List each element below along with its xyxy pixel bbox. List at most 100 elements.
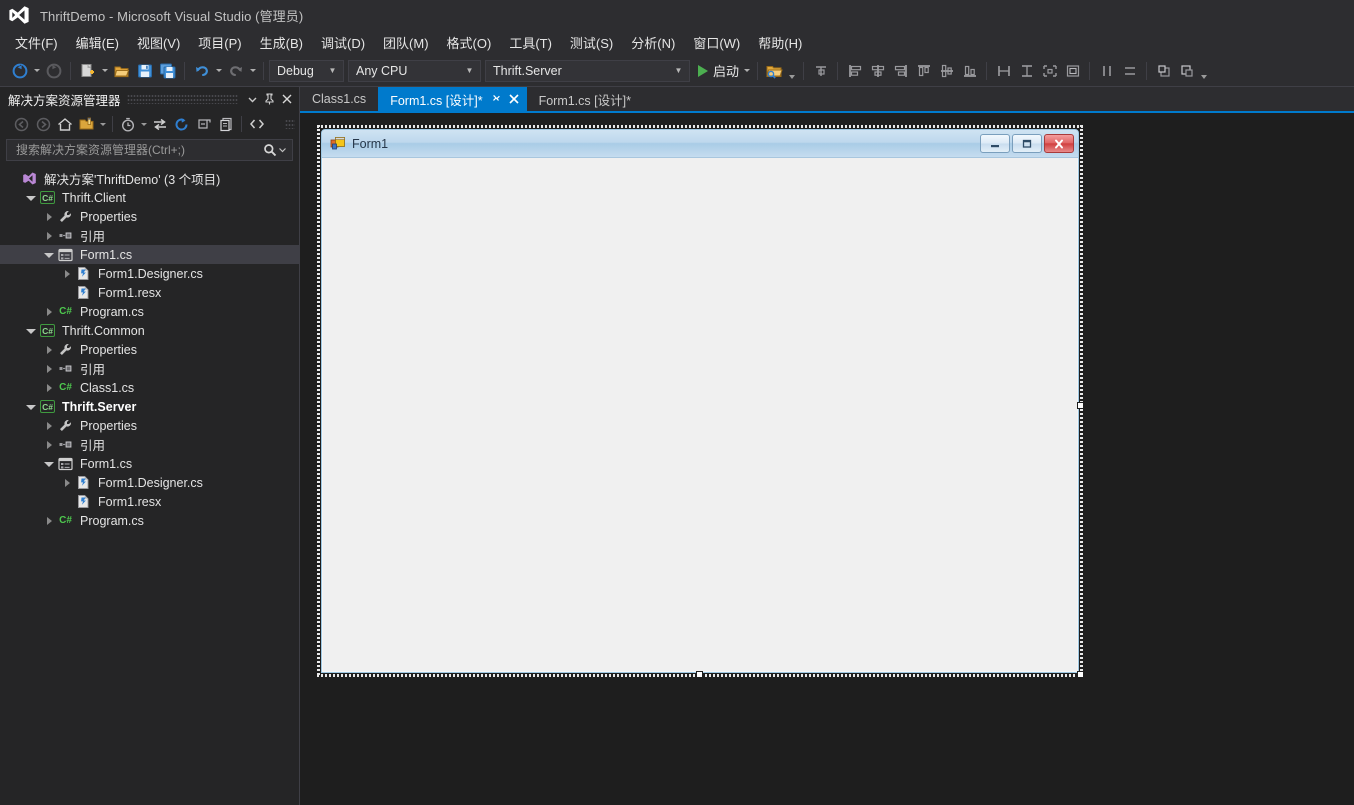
tree-item--thriftdemo-3-[interactable]: 解决方案'ThriftDemo' (3 个项目) [0,169,299,188]
form1-title-bar[interactable]: Form1 [322,130,1078,158]
make-same-width-icon[interactable] [992,59,1015,82]
undo-dropdown[interactable] [213,59,224,82]
chevron-down-icon[interactable] [42,245,56,264]
chevron-right-icon[interactable] [60,473,74,492]
chevron-down-icon[interactable] [24,397,38,416]
tree-item--[interactable]: 引用 [0,435,299,454]
chevron-down-icon[interactable] [42,454,56,473]
open-file-icon[interactable] [110,59,133,82]
tree-item-thrift.common[interactable]: C# Thrift.Common [0,321,299,340]
chevron-down-icon[interactable] [244,90,261,108]
redo-icon[interactable] [224,59,247,82]
make-same-size-icon[interactable] [1038,59,1061,82]
tree-item-program.cs[interactable]: C# Program.cs [0,302,299,321]
align-rights-icon[interactable] [889,59,912,82]
chevron-right-icon[interactable] [42,340,56,359]
horizontal-spacing-icon[interactable] [1095,59,1118,82]
tree-item--[interactable]: 引用 [0,359,299,378]
tab-form1-designer-active[interactable]: Form1.cs [设计]* [378,87,527,111]
close-icon[interactable] [505,93,523,106]
pending-changes-filter-icon[interactable] [76,114,98,134]
resize-handle-bottom-right[interactable] [1077,671,1084,678]
align-centers-icon[interactable] [866,59,889,82]
solution-explorer-icon[interactable] [763,59,786,82]
chevron-down-icon[interactable] [24,321,38,340]
chevron-right-icon[interactable] [42,207,56,226]
close-icon[interactable] [1044,134,1074,153]
form1-client-area[interactable] [323,159,1077,671]
tree-item-form1.resx[interactable]: Form1.resx [0,283,299,302]
solution-tree[interactable]: 解决方案'ThriftDemo' (3 个项目) C# Thrift.Client P… [0,165,299,805]
menu-analyze[interactable]: 分析(N) [622,30,684,56]
size-to-grid-icon[interactable] [1061,59,1084,82]
tree-item-form1.cs[interactable]: Form1.cs [0,454,299,473]
pin-icon[interactable] [261,90,278,108]
vertical-spacing-icon[interactable] [1118,59,1141,82]
toolbar-overflow-dots[interactable] [284,119,295,129]
chevron-right-icon[interactable] [42,435,56,454]
tree-item-form1.cs[interactable]: Form1.cs [0,245,299,264]
menu-window[interactable]: 窗口(W) [684,30,749,56]
send-to-back-icon[interactable] [1175,59,1198,82]
start-debugging-dropdown[interactable] [741,59,752,82]
recent-files-dropdown[interactable] [139,114,149,134]
chevron-right-icon[interactable] [42,511,56,530]
tree-item-thrift.client[interactable]: C# Thrift.Client [0,188,299,207]
close-icon[interactable] [278,90,295,108]
tab-form1-designer-2[interactable]: Form1.cs [设计]* [527,87,643,111]
refresh-icon[interactable] [171,114,193,134]
tree-item-program.cs[interactable]: C# Program.cs [0,511,299,530]
align-tops-icon[interactable] [912,59,935,82]
new-project-icon[interactable] [76,59,99,82]
search-options-chevron-down-icon[interactable] [277,147,288,153]
tree-item-thrift.server[interactable]: C# Thrift.Server [0,397,299,416]
chevron-right-icon[interactable] [42,378,56,397]
save-icon[interactable] [133,59,156,82]
new-project-dropdown[interactable] [99,59,110,82]
designed-form-container[interactable]: Form1 [317,125,1084,678]
menu-format[interactable]: 格式(O) [438,30,501,56]
menu-project[interactable]: 项目(P) [189,30,250,56]
chevron-right-icon[interactable] [42,226,56,245]
navigate-back-icon[interactable] [8,59,31,82]
home-icon[interactable] [54,114,76,134]
view-code-icon[interactable] [246,114,268,134]
collapse-all-icon[interactable] [193,114,215,134]
navigate-back-dropdown[interactable] [31,59,42,82]
chevron-right-icon[interactable] [42,359,56,378]
menu-help[interactable]: 帮助(H) [749,30,811,56]
search-input[interactable] [14,142,263,158]
chevron-right-icon[interactable] [60,264,74,283]
menu-debug[interactable]: 调试(D) [312,30,374,56]
search-icon[interactable] [263,143,277,157]
resize-handle-bottom-center[interactable] [696,671,703,678]
tree-item-class1.cs[interactable]: C# Class1.cs [0,378,299,397]
align-to-grid-icon[interactable] [809,59,832,82]
tree-item-form1.resx[interactable]: Form1.resx [0,492,299,511]
align-lefts-icon[interactable] [843,59,866,82]
chevron-down-icon[interactable] [24,188,38,207]
tree-item-form1.designer.cs[interactable]: Form1.Designer.cs [0,264,299,283]
tab-class1-cs[interactable]: Class1.cs [300,87,378,111]
toolbar-overflow-icon-2[interactable] [1198,59,1210,82]
make-same-height-icon[interactable] [1015,59,1038,82]
form1-window[interactable]: Form1 [321,129,1079,673]
sync-with-active-document-icon[interactable] [149,114,171,134]
toolbar-overflow-icon[interactable] [786,59,798,82]
recent-files-icon[interactable] [117,114,139,134]
menu-tools[interactable]: 工具(T) [500,30,561,56]
chevron-right-icon[interactable] [42,416,56,435]
navigate-forward-icon[interactable] [42,59,65,82]
pending-changes-dropdown[interactable] [98,114,108,134]
resize-handle-middle-right[interactable] [1077,402,1084,409]
menu-build[interactable]: 生成(B) [251,30,312,56]
align-middles-icon[interactable] [935,59,958,82]
menu-test[interactable]: 测试(S) [561,30,622,56]
tree-item-properties[interactable]: Properties [0,416,299,435]
solution-platform-combo[interactable]: Any CPU ▼ [348,59,481,82]
chevron-right-icon[interactable] [42,302,56,321]
pin-icon[interactable] [489,92,505,106]
redo-dropdown[interactable] [247,59,258,82]
startup-project-combo[interactable]: Thrift.Server ▼ [485,59,690,82]
tree-item-properties[interactable]: Properties [0,207,299,226]
